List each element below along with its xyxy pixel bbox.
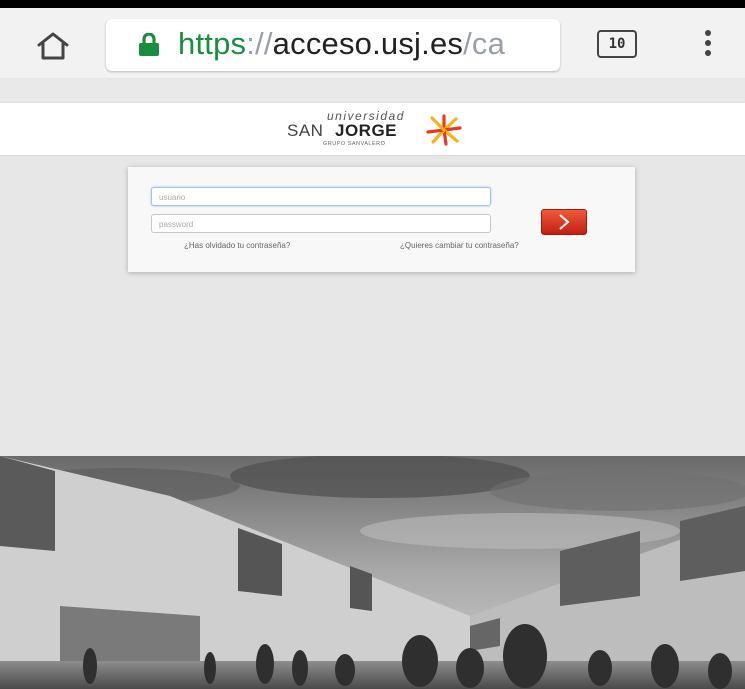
url-separator: ://: [246, 26, 273, 61]
password-input[interactable]: password: [151, 214, 491, 233]
change-password-link[interactable]: ¿Quieres cambiar tu contraseña?: [400, 241, 519, 250]
logo-star-icon: [426, 114, 462, 146]
logo-jorge: JORGE: [335, 121, 398, 140]
forgot-password-link[interactable]: ¿Has olvidado tu contraseña?: [184, 241, 290, 250]
tab-switcher-icon[interactable]: 10: [597, 30, 637, 58]
url-host: acceso.usj.es: [272, 26, 464, 61]
logo-san: SAN: [287, 121, 324, 140]
url-text: https://acceso.usj.es/ca: [178, 24, 505, 64]
browser-toolbar: https://acceso.usj.es/ca 10: [0, 8, 745, 79]
login-panel: usuario password ¿Has olvidado tu contra…: [128, 167, 635, 272]
page-top-band: [0, 79, 745, 103]
overflow-menu-icon[interactable]: [702, 30, 714, 60]
lock-icon: [136, 32, 162, 57]
site-header: universidad SAN JORGE GRUPO SANVALERO: [0, 103, 745, 156]
home-icon[interactable]: [35, 31, 71, 61]
university-logo[interactable]: universidad SAN JORGE GRUPO SANVALERO: [283, 108, 483, 152]
status-strip: [0, 0, 745, 8]
url-scheme: https: [178, 26, 247, 61]
url-path: /ca: [463, 26, 506, 61]
address-bar[interactable]: https://acceso.usj.es/ca: [106, 19, 560, 71]
chevron-right-icon: [559, 214, 570, 230]
campus-photo: [0, 456, 745, 689]
username-input[interactable]: usuario: [151, 187, 491, 206]
login-submit-button[interactable]: [541, 209, 587, 235]
logo-grupo: GRUPO SANVALERO: [323, 141, 386, 147]
